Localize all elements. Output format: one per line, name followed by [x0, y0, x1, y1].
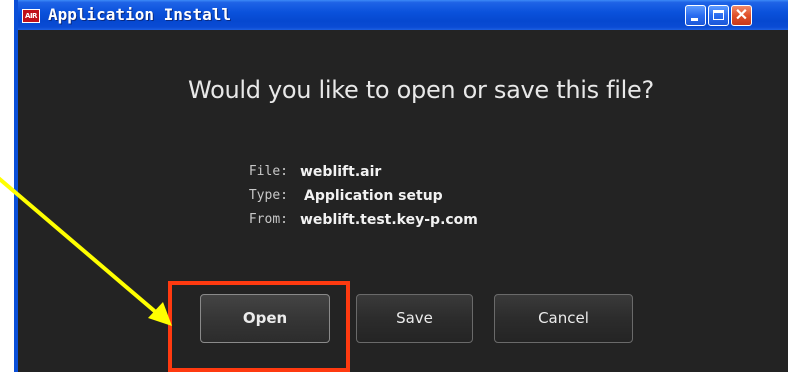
- from-value: weblift.test.key-p.com: [300, 212, 478, 228]
- maximize-icon: [713, 10, 724, 20]
- cancel-button[interactable]: Cancel: [494, 294, 633, 343]
- screenshot-stage: AIR Application Install ✕ Would you like…: [0, 0, 788, 372]
- close-button[interactable]: ✕: [731, 5, 752, 26]
- air-app-icon: AIR: [22, 9, 40, 23]
- close-icon: ✕: [734, 7, 749, 24]
- save-button[interactable]: Save: [356, 294, 473, 343]
- maximize-button[interactable]: [708, 5, 729, 26]
- type-value: Application setup: [304, 188, 443, 204]
- file-value: weblift.air: [300, 164, 382, 180]
- minimize-button[interactable]: [685, 5, 706, 26]
- type-label: Type:: [248, 188, 288, 203]
- minimize-icon: [691, 18, 698, 21]
- file-label: File:: [248, 164, 288, 179]
- open-button[interactable]: Open: [200, 294, 330, 343]
- dialog-question: Would you like to open or save this file…: [188, 76, 654, 104]
- from-label: From:: [248, 212, 288, 227]
- window-title: Application Install: [48, 5, 232, 24]
- title-bar[interactable]: AIR Application Install ✕: [18, 0, 788, 30]
- application-install-window: AIR Application Install ✕ Would you like…: [14, 0, 788, 372]
